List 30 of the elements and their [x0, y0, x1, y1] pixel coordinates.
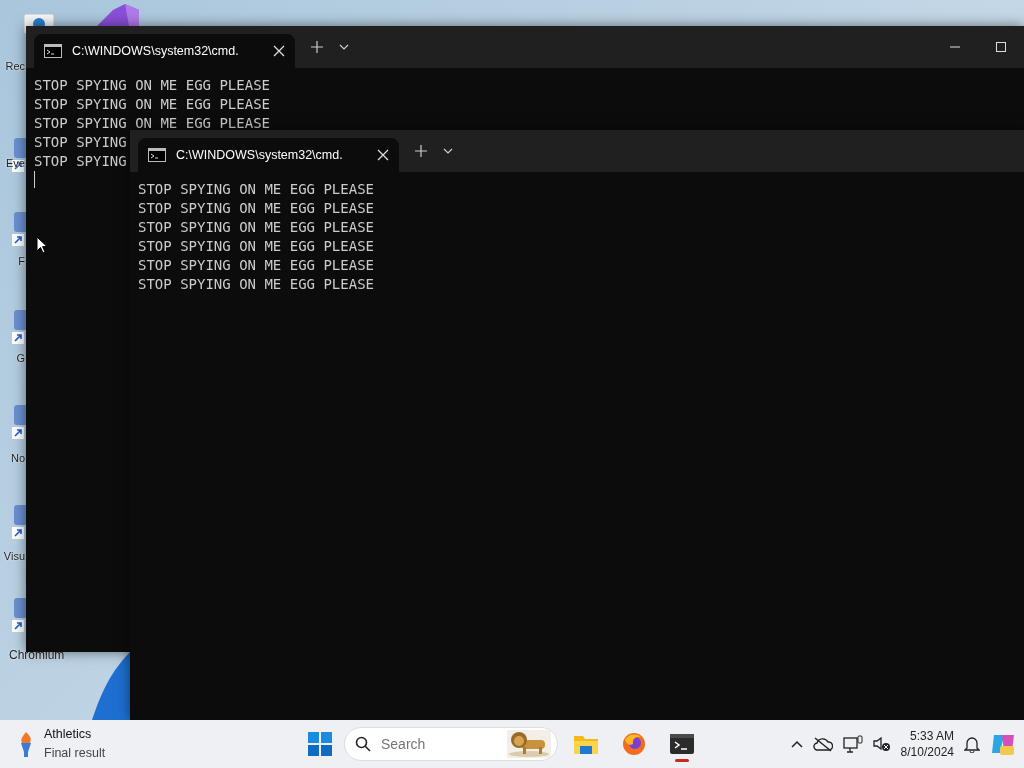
console-line: STOP SPYING ON ME EGG PLEASE — [138, 180, 374, 199]
clock-time: 5:33 AM — [908, 728, 954, 744]
widget-button[interactable]: Athletics Final result — [16, 725, 106, 763]
clock[interactable]: 5:33 AM 8/10/2024 — [900, 728, 954, 760]
console-line: STOP SPYING ON ME EGG PLEASE — [34, 95, 270, 114]
icon-label: Eve — [6, 156, 25, 171]
clock-date: 8/10/2024 — [900, 744, 954, 760]
terminal-tab[interactable]: C:\WINDOWS\system32\cmd. — [138, 138, 399, 172]
console-line: STOP SPYING ON ME EGG PLEASE — [138, 199, 374, 218]
widget-subtitle: Final result — [44, 745, 106, 762]
terminal-tab[interactable]: C:\WINDOWS\system32\cmd. — [34, 34, 295, 68]
console-line: STOP SPYING ON ME EGG PLEASE — [138, 275, 374, 294]
icon-label: Visu — [3, 549, 25, 564]
tab-title: C:\WINDOWS\system32\cmd. — [176, 146, 343, 164]
console-line: STOP SPYING ON ME EGG PLEASE — [138, 218, 374, 237]
console-line: STOP SPYING ON ME EGG PLEASE — [138, 237, 374, 256]
search-box[interactable]: Search — [344, 727, 558, 761]
icon-label: Rec — [5, 59, 25, 74]
console-line: STOP SPYING ON ME EGG PLEASE — [34, 114, 270, 133]
console-line: STOP SPYING — [34, 133, 127, 152]
icon-label: G — [16, 351, 25, 366]
icon-label: Chromium — [9, 647, 65, 664]
console-line: STOP SPYING ON ME EGG PLEASE — [34, 76, 270, 95]
tab-title: C:\WINDOWS\system32\cmd. — [72, 42, 239, 60]
widget-title: Athletics — [44, 726, 93, 744]
icon-label: F — [18, 254, 25, 269]
console-line: STOP SPYING ON ME EGG PLEASE — [138, 256, 374, 275]
console-line: STOP SPYING — [34, 152, 127, 171]
search-input[interactable]: Search — [379, 732, 499, 756]
icon-label: No — [10, 451, 25, 466]
